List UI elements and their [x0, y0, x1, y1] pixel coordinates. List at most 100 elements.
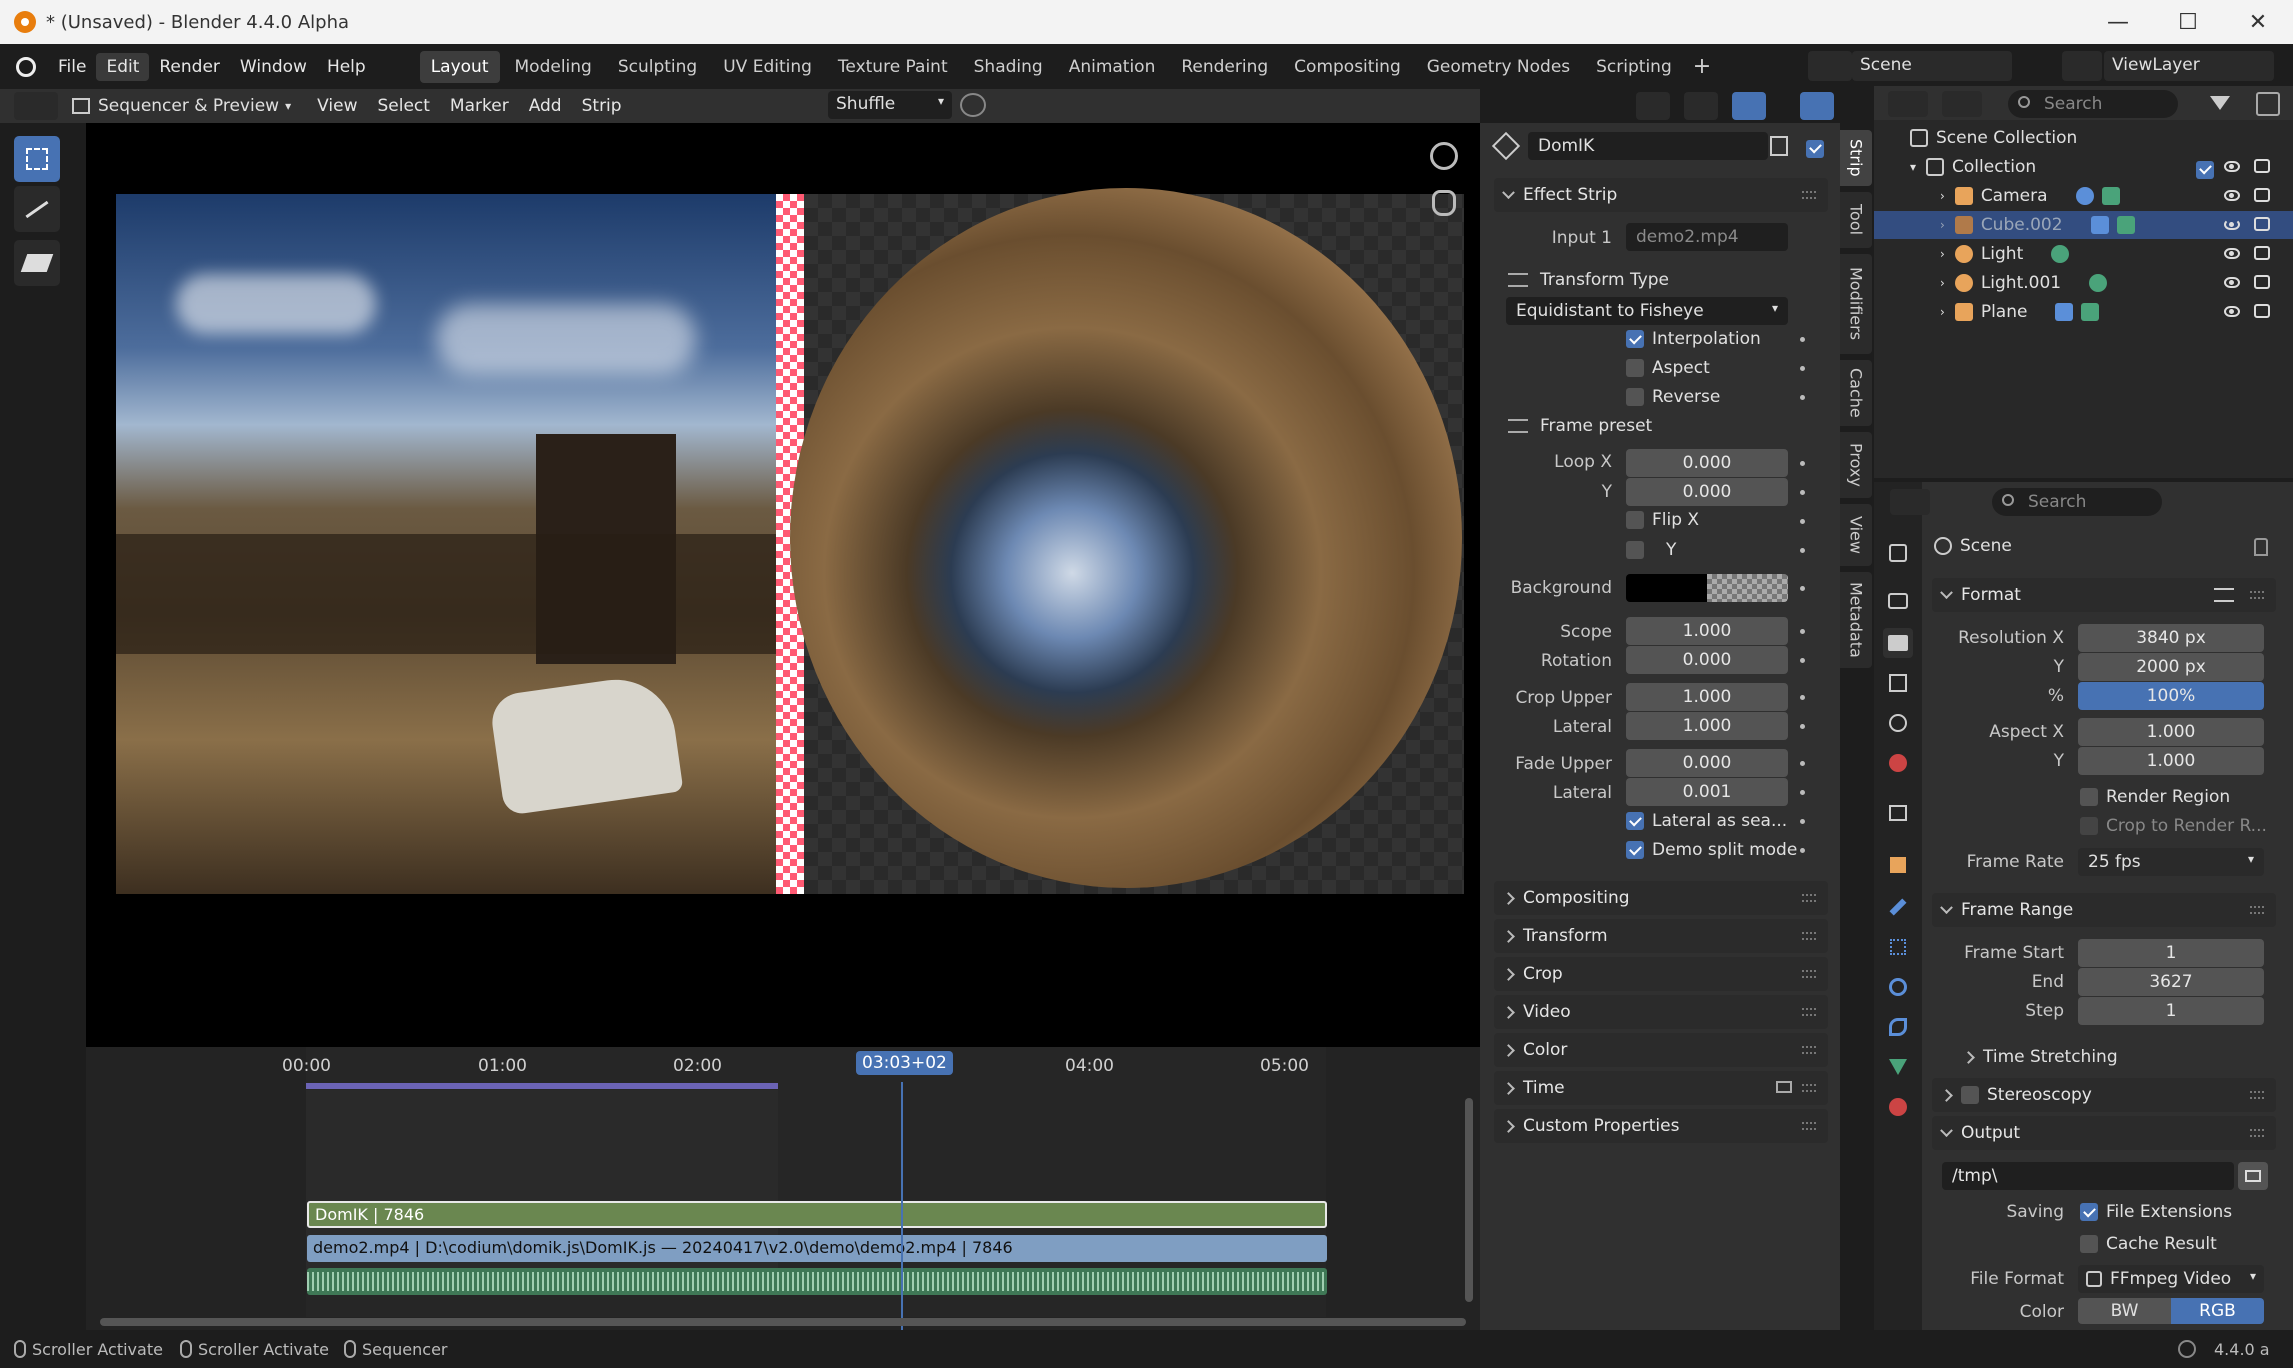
menu-render[interactable]: Render — [149, 53, 230, 81]
proxy-display-icon[interactable] — [1732, 92, 1766, 120]
stereoscopy-panel-header[interactable]: Stereoscopy — [1932, 1078, 2276, 1112]
editor-type-icon[interactable] — [14, 92, 58, 120]
interpolation-checkbox[interactable]: Interpolation — [1626, 329, 1761, 349]
strip-name-field[interactable]: DomIK — [1528, 132, 1768, 160]
minimize-button[interactable]: — — [2083, 0, 2153, 44]
select-box-tool-icon[interactable] — [14, 136, 60, 182]
aspect-checkbox[interactable]: Aspect — [1626, 358, 1710, 378]
render-camera-icon[interactable] — [2254, 217, 2270, 231]
aspect-y-field[interactable]: 1.000 — [2078, 747, 2264, 775]
crop-upper-field[interactable]: 1.000 — [1626, 683, 1788, 711]
material-tab-icon[interactable] — [1883, 1092, 1913, 1122]
collection-include-checkbox[interactable] — [2196, 158, 2222, 179]
effect-strip-domik[interactable]: DomIK | 7846 — [307, 1201, 1327, 1228]
filter-icon[interactable] — [2206, 92, 2244, 118]
time-panel[interactable]: Time — [1494, 1071, 1828, 1105]
tab-layout[interactable]: Layout — [419, 50, 500, 83]
outliner-item-light001[interactable]: › Light.001 — [1940, 269, 2115, 297]
background-color-swatch[interactable] — [1626, 574, 1788, 602]
tab-shading[interactable]: Shading — [963, 51, 1054, 83]
format-panel-header[interactable]: Format — [1932, 578, 2276, 612]
side-tab-modifiers[interactable]: Modifiers — [1840, 254, 1872, 354]
lock-icon[interactable] — [1776, 1081, 1792, 1093]
tab-geometry-nodes[interactable]: Geometry Nodes — [1416, 51, 1581, 83]
tab-rendering[interactable]: Rendering — [1170, 51, 1279, 83]
overlay-icon[interactable] — [1636, 92, 1670, 120]
file-format-dropdown[interactable]: FFmpeg Video ▾ — [2078, 1265, 2264, 1293]
current-frame-indicator[interactable]: 03:03+02 — [856, 1051, 953, 1075]
fade-upper-field[interactable]: 0.000 — [1626, 749, 1788, 777]
hidden-eye-icon[interactable] — [2224, 219, 2240, 230]
visibility-eye-icon[interactable] — [2224, 248, 2240, 259]
side-tab-metadata[interactable]: Metadata — [1840, 572, 1872, 668]
playhead-line[interactable] — [901, 1082, 903, 1330]
blender-menu-icon[interactable] — [14, 56, 40, 78]
resolution-x-field[interactable]: 3840 px — [2078, 624, 2264, 652]
frame-rate-dropdown[interactable]: 25 fps ▾ — [2078, 848, 2264, 876]
loop-y-field[interactable]: 0.000 — [1626, 478, 1788, 506]
seq-menu-view[interactable]: View — [307, 92, 367, 120]
aspect-x-field[interactable]: 1.000 — [2078, 718, 2264, 746]
scene-collection-row[interactable]: Scene Collection — [1910, 124, 2077, 152]
tab-modeling[interactable]: Modeling — [504, 51, 603, 83]
scene-selector[interactable]: Scene — [1852, 51, 2012, 81]
seq-menu-add[interactable]: Add — [519, 92, 572, 120]
flip-x-checkbox[interactable]: Flip X — [1626, 510, 1699, 530]
frame-range-panel-header[interactable]: Frame Range — [1932, 893, 2276, 927]
render-camera-icon[interactable] — [2254, 304, 2270, 318]
transform-type-dropdown[interactable]: Equidistant to Fisheye ▾ — [1506, 297, 1788, 325]
seq-menu-marker[interactable]: Marker — [440, 92, 519, 120]
gizmo-icon[interactable] — [1684, 92, 1718, 120]
video-panel[interactable]: Video — [1494, 995, 1828, 1029]
scope-field[interactable]: 1.000 — [1626, 617, 1788, 645]
scene-browse-icon[interactable] — [1808, 51, 1852, 81]
collection-tab-icon[interactable] — [1883, 798, 1913, 828]
flip-y-checkbox[interactable]: Y — [1626, 540, 1676, 560]
new-collection-icon[interactable] — [2256, 92, 2280, 116]
tab-compositing[interactable]: Compositing — [1283, 51, 1412, 83]
strip-mute-checkbox[interactable] — [1806, 137, 1832, 158]
modifier-tab-icon[interactable] — [1883, 892, 1913, 922]
effect-strip-panel-header[interactable]: Effect Strip — [1494, 178, 1828, 212]
crop-region-checkbox[interactable]: Crop to Render R... — [2080, 816, 2267, 836]
file-extensions-checkbox[interactable]: File Extensions — [2080, 1202, 2232, 1222]
frame-end-field[interactable]: 3627 — [2078, 968, 2264, 996]
demo-split-checkbox[interactable]: Demo split mode — [1626, 840, 1797, 860]
side-tab-strip[interactable]: Strip — [1840, 130, 1872, 186]
fade-lateral-field[interactable]: 0.001 — [1626, 778, 1788, 806]
viewlayer-browse-icon[interactable] — [2062, 51, 2102, 81]
cache-result-checkbox[interactable]: Cache Result — [2080, 1234, 2217, 1254]
tab-animation[interactable]: Animation — [1058, 51, 1167, 83]
render-camera-icon[interactable] — [2254, 275, 2270, 289]
tab-scripting[interactable]: Scripting — [1585, 51, 1683, 83]
visibility-eye-icon[interactable] — [2224, 190, 2240, 201]
outliner-item-light[interactable]: › Light — [1940, 240, 2077, 268]
crop-lateral-field[interactable]: 1.000 — [1626, 712, 1788, 740]
annotate-tool-icon[interactable] — [14, 186, 60, 232]
render-region-checkbox[interactable]: Render Region — [2080, 787, 2230, 807]
data-tab-icon[interactable] — [1883, 1052, 1913, 1082]
tab-sculpting[interactable]: Sculpting — [607, 51, 708, 83]
snap-icon[interactable] — [960, 93, 986, 117]
rotation-field[interactable]: 0.000 — [1626, 646, 1788, 674]
outliner-item-plane[interactable]: › Plane — [1940, 298, 2107, 326]
viewlayer-selector[interactable]: ViewLayer — [2104, 51, 2274, 81]
outliner-editor-type-icon[interactable] — [1888, 91, 1928, 117]
view-type-dropdown[interactable]: Sequencer & Preview ▾ — [72, 96, 291, 116]
properties-editor-type-icon[interactable] — [1890, 489, 1930, 515]
strip-audio-icon[interactable] — [1770, 136, 1788, 156]
transform-panel[interactable]: Transform — [1494, 919, 1828, 953]
pan-hand-icon[interactable] — [1432, 190, 1456, 216]
reverse-checkbox[interactable]: Reverse — [1626, 387, 1720, 407]
world-tab-icon[interactable] — [1883, 748, 1913, 778]
menu-file[interactable]: File — [48, 53, 96, 81]
output-panel-header[interactable]: Output — [1932, 1116, 2276, 1150]
blend-mode-dropdown[interactable]: Shuffle ▾ — [828, 91, 952, 119]
side-tab-tool[interactable]: Tool — [1840, 192, 1872, 248]
time-stretching-subpanel[interactable]: Time Stretching — [1962, 1047, 2118, 1067]
object-tab-icon[interactable] — [1883, 850, 1913, 880]
seq-menu-select[interactable]: Select — [367, 92, 439, 120]
menu-edit[interactable]: Edit — [96, 52, 150, 81]
blade-tool-icon[interactable] — [14, 240, 60, 286]
tab-uv-editing[interactable]: UV Editing — [712, 51, 823, 83]
